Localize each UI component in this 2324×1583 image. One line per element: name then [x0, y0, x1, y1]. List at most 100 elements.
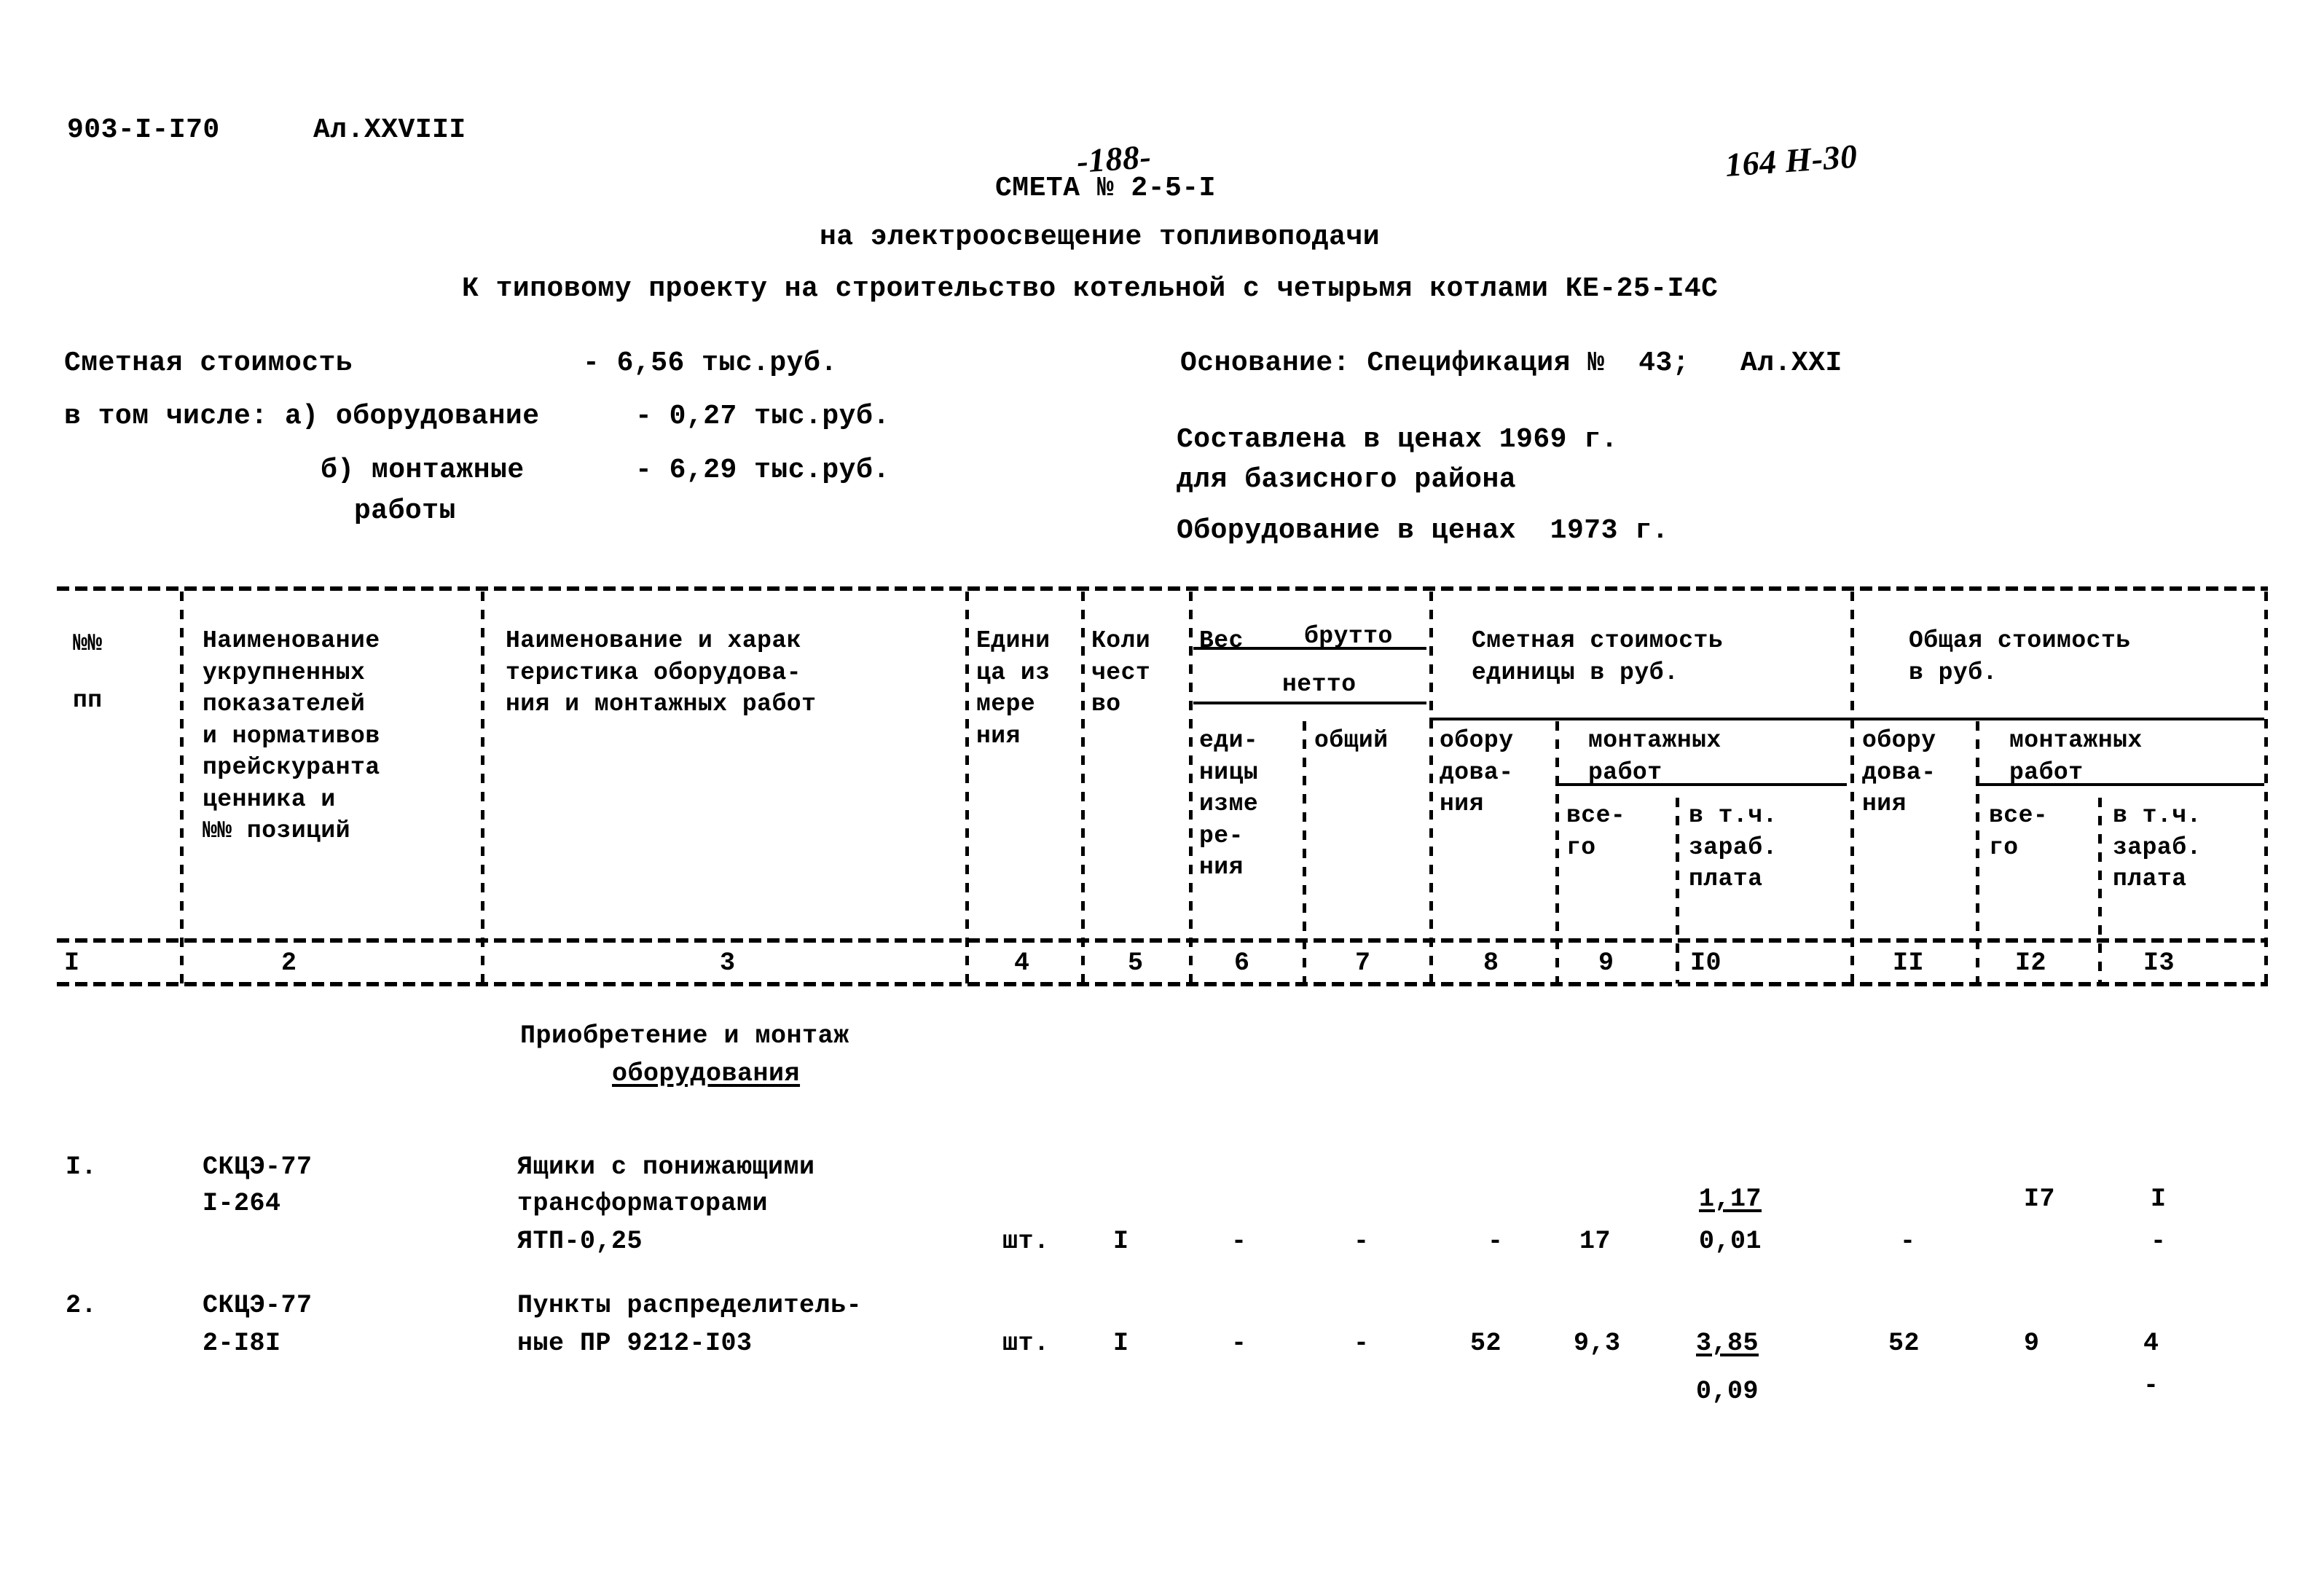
- prices-year-line: Составлена в ценах 1969 г.: [1177, 424, 1618, 455]
- col-sep-10: [1850, 592, 1854, 983]
- col-sep-8: [1555, 721, 1559, 983]
- row1-code-line2: I-264: [203, 1189, 281, 1218]
- colnum-2: 2: [281, 948, 297, 978]
- colnum-4: 4: [1014, 948, 1030, 978]
- row1-number: I.: [66, 1152, 98, 1182]
- colnum-10: I0: [1690, 948, 1722, 978]
- total-cost-group-underline: [1850, 718, 2264, 720]
- row1-c12: I7: [2024, 1185, 2056, 1214]
- colhdr-equipment-unitcost: обору дова- ния: [1440, 727, 1514, 818]
- row1-c10-top: 1,17: [1699, 1185, 1762, 1214]
- project-code: 903-I-I70: [67, 114, 220, 146]
- col-sep-11: [1976, 721, 1979, 983]
- summary-works-label: б) монтажные: [321, 455, 525, 486]
- scanned-estimate-page: 903-I-I70 Ал.XXVIII -188- 164 Н-30 СМЕТА…: [0, 0, 2324, 1583]
- colnum-9: 9: [1598, 948, 1614, 978]
- col-sep-9: [1676, 798, 1679, 983]
- row1-qty: I: [1113, 1227, 1129, 1256]
- row2-unit: шт.: [1002, 1329, 1050, 1358]
- colnum-8: 8: [1483, 948, 1499, 978]
- cost-per-unit-group-underline: [1429, 718, 1850, 720]
- equipment-prices-line: Оборудование в ценах 1973 г.: [1177, 515, 1669, 546]
- summary-total-value: - 6,56 тыс.руб.: [583, 347, 838, 379]
- row2-desc-line1: Пункты распределитель-: [517, 1291, 863, 1320]
- colhdr-total-cost-group: Общая стоимость в руб.: [1909, 627, 2131, 686]
- sheet-code-handwritten: 164 Н-30: [1724, 137, 1859, 184]
- summary-works-value: - 6,29 тыс.руб.: [635, 455, 890, 486]
- row1-c9: 17: [1579, 1227, 1612, 1256]
- colhdr-montazh-total-left: все- го: [1566, 802, 1626, 861]
- estimate-subtitle: на электроосвещение топливоподачи: [820, 221, 1381, 253]
- basis-line: Основание: Спецификация № 43; Ал.XXI: [1180, 347, 1842, 379]
- row2-c12: 9: [2024, 1329, 2040, 1358]
- table-right-border: [2264, 592, 2268, 983]
- row1-desc-line3: ЯТП-0,25: [517, 1227, 643, 1256]
- row2-c13-bottom: -: [2143, 1371, 2159, 1400]
- colnum-11: II: [1893, 948, 1925, 978]
- row1-c10-bottom: 0,01: [1699, 1227, 1762, 1256]
- row2-c10-bottom: 0,09: [1696, 1377, 1759, 1406]
- row2-code-line1: СКЦЭ-77: [203, 1291, 313, 1320]
- row2-c11: 52: [1888, 1329, 1920, 1358]
- colhdr-indicator-name: Наименование укрупненных показателей и н…: [203, 627, 380, 845]
- colhdr-equipment-desc: Наименование и харак теристика оборудова…: [506, 627, 817, 718]
- row1-unit: шт.: [1002, 1227, 1050, 1256]
- row1-code-line1: СКЦЭ-77: [203, 1152, 313, 1182]
- col-sep-1: [180, 592, 184, 983]
- row2-c13-top: 4: [2143, 1329, 2159, 1358]
- col-sep-7: [1429, 592, 1433, 983]
- prices-region-line: для базисного района: [1177, 464, 1517, 495]
- summary-works-label2: работы: [354, 495, 456, 527]
- summary-equipment-label: в том числе: а) оборудование: [64, 401, 540, 432]
- colhdr-montazh-group-left: монтажных работ: [1588, 727, 1722, 786]
- estimate-project-line: К типовому проекту на строительство коте…: [462, 273, 1719, 305]
- album-label: Ал.XXVIII: [313, 114, 466, 146]
- row2-code-line2: 2-I8I: [203, 1329, 281, 1358]
- colhdr-montazh-wage-right: в т.ч. зараб. плата: [2113, 802, 2202, 893]
- colnum-5: 5: [1128, 948, 1144, 978]
- col-sep-2: [481, 592, 484, 983]
- summary-equipment-value: - 0,27 тыс.руб.: [635, 401, 890, 432]
- section-title-line2: оборудования: [612, 1059, 801, 1088]
- colhdr-weight-total: общий: [1314, 727, 1389, 754]
- row1-desc-line1: Ящики с понижающими: [517, 1152, 815, 1182]
- row2-c9: 9,3: [1574, 1329, 1621, 1358]
- row2-c8: 52: [1470, 1329, 1502, 1358]
- colhdr-montazh-wage-left: в т.ч. зараб. плата: [1689, 802, 1778, 893]
- colhdr-montazh-total-right: все- го: [1989, 802, 2049, 861]
- colnum-12: I2: [2015, 948, 2047, 978]
- colhdr-qty: Коли чест во: [1091, 627, 1151, 718]
- row2-c6: -: [1231, 1329, 1247, 1358]
- colnum-1: I: [64, 948, 80, 978]
- colnum-7: 7: [1355, 948, 1371, 978]
- colnum-3: 3: [720, 948, 736, 978]
- colhdr-montazh-group-right: монтажных работ: [2009, 727, 2143, 786]
- section-title-line1: Приобретение и монтаж: [520, 1021, 849, 1050]
- row1-c8: -: [1488, 1227, 1504, 1256]
- row2-qty: I: [1113, 1329, 1129, 1358]
- table-top-border: [57, 586, 2268, 591]
- col-sep-3: [965, 592, 969, 983]
- colhdr-weight-brutto: брутто: [1304, 623, 1393, 650]
- row2-desc-line2: ные ПР 9212-I03: [517, 1329, 753, 1358]
- row1-c11: -: [1900, 1227, 1916, 1256]
- colhdr-weight-label: Вес: [1199, 627, 1244, 654]
- table-header-bottom-border: [57, 938, 2268, 943]
- colhdr-num-a: №№: [73, 630, 103, 657]
- estimate-title: СМЕТА № 2-5-I: [995, 173, 1216, 204]
- row2-c10-top: 3,85: [1696, 1329, 1759, 1358]
- table-colnum-bottom-border: [57, 982, 2268, 986]
- row1-desc-line2: трансформаторами: [517, 1189, 769, 1218]
- col-sep-12: [2098, 798, 2102, 983]
- row1-c6: -: [1231, 1227, 1247, 1256]
- colhdr-equipment-totalcost: обору дова- ния: [1862, 727, 1936, 818]
- summary-total-label: Сметная стоимость: [64, 347, 353, 379]
- row2-number: 2.: [66, 1291, 98, 1320]
- colhdr-weight-unit: еди- ницы изме ре- ния: [1199, 727, 1259, 881]
- colhdr-unit: Едини ца из мере ния: [976, 627, 1051, 750]
- colnum-6: 6: [1234, 948, 1250, 978]
- colhdr-cost-per-unit-group: Сметная стоимость единицы в руб.: [1472, 627, 1724, 686]
- row1-c7: -: [1354, 1227, 1370, 1256]
- row1-c13-top: I: [2151, 1185, 2167, 1214]
- weight-netto-underline: [1193, 702, 1426, 704]
